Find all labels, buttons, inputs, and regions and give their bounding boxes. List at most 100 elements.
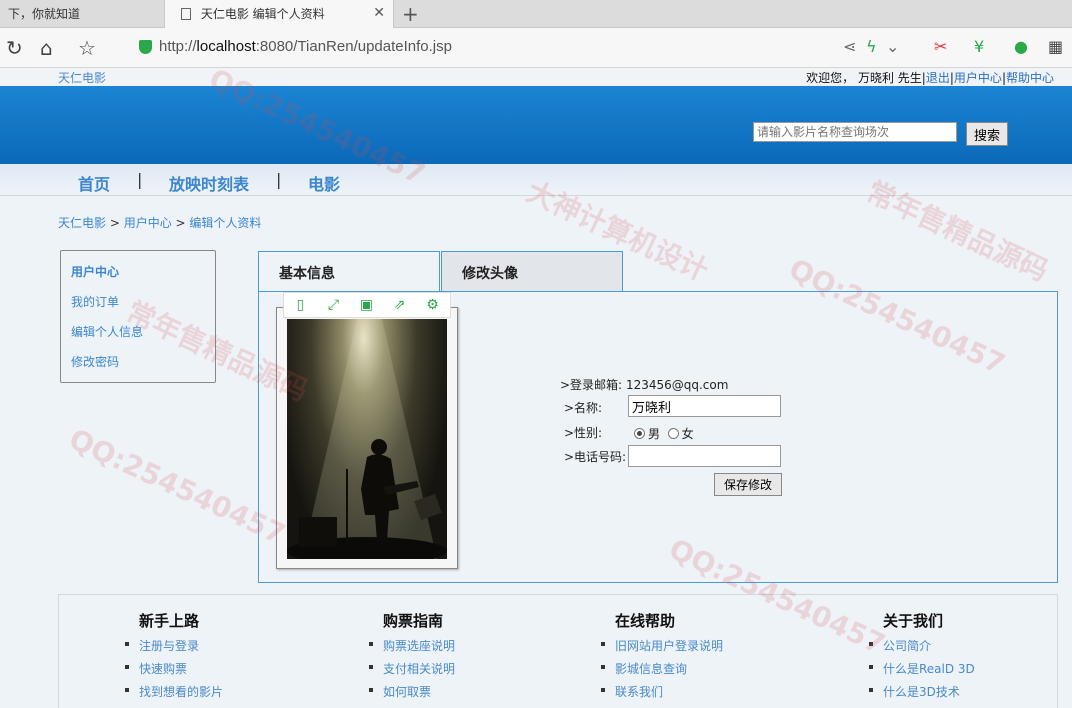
name-input[interactable] (628, 395, 781, 417)
extension-icon[interactable]: ● (1014, 37, 1028, 56)
footer-link[interactable]: 注册与登录 (124, 637, 223, 654)
stage-silhouette-image (287, 319, 447, 559)
browser-tab-bar: 下，你就知道 天仁电影 编辑个人资料 ✕ + (0, 0, 1072, 28)
footer-col-help: 在线帮助 旧网站用户登录说明 影城信息查询 联系我们 (600, 610, 723, 706)
share-image-icon[interactable]: ⇗ (383, 293, 416, 317)
nav-home[interactable]: 首页 (78, 171, 110, 195)
url-path: :8080/TianRen/updateInfo.jsp (255, 38, 452, 55)
breadcrumb-user-center[interactable]: 用户中心 (124, 216, 172, 230)
nav-movies[interactable]: 电影 (308, 171, 340, 195)
sidebar-item-orders[interactable]: 我的订单 (71, 293, 205, 310)
browser-tab-label: 天仁电影 编辑个人资料 (200, 7, 325, 21)
phone-label: >电话号码: (564, 450, 627, 464)
browser-tab-2[interactable]: 天仁电影 编辑个人资料 ✕ (164, 0, 394, 28)
sidebar-item-change-password[interactable]: 修改密码 (71, 353, 205, 370)
footer-link[interactable]: 影城信息查询 (600, 660, 723, 677)
footer-link[interactable]: 找到想看的影片 (124, 683, 223, 700)
browser-tab-1[interactable]: 下，你就知道 (0, 0, 164, 28)
gender-options: 男 女 (634, 425, 694, 442)
email-row: >登录邮箱: 123456@qq.com (560, 376, 728, 393)
footer-col-title: 关于我们 (883, 612, 944, 630)
footer-link[interactable]: 联系我们 (600, 683, 723, 700)
save-image-icon[interactable]: ▣ (350, 293, 383, 317)
footer-link[interactable]: 旧网站用户登录说明 (600, 637, 723, 654)
gender-label: >性别: (564, 426, 603, 440)
url-field[interactable]: http://localhost:8080/TianRen/updateInfo… (159, 38, 452, 55)
scissors-icon[interactable]: ✂ (934, 37, 947, 56)
welcome-text: 欢迎您， 万晓利 先生| (806, 71, 926, 85)
site-footer: 新手上路 注册与登录 快速购票 找到想看的影片 购票指南 购票选座说明 支付相关… (58, 594, 1058, 708)
footer-link[interactable]: 购票选座说明 (368, 637, 455, 654)
sidebar-item-user-center[interactable]: 用户中心 (71, 263, 205, 280)
site-topline: 天仁电影 欢迎您， 万晓利 先生|退出|用户中心|帮助中心 (0, 68, 1072, 86)
footer-link[interactable]: 快速购票 (124, 660, 223, 677)
gender-row: >性别: (564, 424, 602, 441)
footer-link[interactable]: 支付相关说明 (368, 660, 455, 677)
nav-separator: | (276, 170, 282, 189)
apps-grid-icon[interactable]: ▦ (1048, 37, 1063, 56)
search-input[interactable] (753, 122, 957, 142)
chevron-down-icon[interactable]: ⌄ (886, 37, 899, 56)
footer-col-guide: 购票指南 购票选座说明 支付相关说明 如何取票 (368, 610, 455, 706)
address-bar: ↻ ⌂ ☆ http://localhost:8080/TianRen/upda… (0, 28, 1072, 68)
footer-col-newbie: 新手上路 注册与登录 快速购票 找到想看的影片 (124, 610, 223, 706)
page-icon (181, 8, 191, 20)
user-center-link[interactable]: 用户中心 (954, 71, 1002, 85)
breadcrumb-current[interactable]: 编辑个人资料 (189, 216, 261, 230)
avatar-image (287, 319, 447, 559)
nav-schedule[interactable]: 放映时刻表 (169, 171, 249, 195)
sidebar-item-edit-info[interactable]: 编辑个人信息 (71, 323, 205, 340)
new-tab-icon[interactable]: + (402, 2, 419, 26)
url-host: localhost (196, 38, 256, 55)
phone-row: >电话号码: (564, 448, 626, 465)
phone-view-icon[interactable]: ▯ (284, 293, 317, 317)
share-icon[interactable]: ⋖ (843, 37, 856, 56)
reload-icon[interactable]: ↻ (6, 36, 23, 60)
secure-shield-icon (139, 40, 152, 54)
url-prefix: http:// (159, 38, 197, 55)
footer-link[interactable]: 公司简介 (869, 637, 975, 654)
avatar-frame: ▯ ⤢ ▣ ⇗ ⚙ (276, 292, 458, 569)
tab-change-avatar[interactable]: 修改头像 (441, 251, 623, 292)
save-changes-button[interactable]: 保存修改 (714, 473, 782, 496)
site-brand[interactable]: 天仁电影 (58, 69, 106, 86)
gender-male-radio[interactable] (634, 428, 645, 439)
gender-female-radio[interactable] (667, 428, 679, 439)
nav-separator: | (137, 170, 143, 189)
footer-col-title: 购票指南 (383, 612, 444, 630)
search-button[interactable]: 搜索 (966, 122, 1008, 146)
logout-link[interactable]: 退出 (926, 71, 950, 85)
home-icon[interactable]: ⌂ (40, 36, 53, 60)
breadcrumb: 天仁电影 > 用户中心 > 编辑个人资料 (58, 216, 262, 230)
footer-col-about: 关于我们 公司简介 什么是RealD 3D 什么是3D技术 (869, 610, 975, 706)
gender-male-label: 男 (648, 427, 661, 441)
email-value: 123456@qq.com (625, 378, 729, 392)
watermark: QQ:254540457 (63, 422, 291, 551)
footer-link[interactable]: 如何取票 (368, 683, 455, 700)
footer-col-title: 新手上路 (139, 612, 200, 630)
close-tab-icon[interactable]: ✕ (373, 5, 385, 21)
email-label: >登录邮箱: (560, 378, 623, 392)
main-nav: 首页 | 放映时刻表 | 电影 (0, 164, 1072, 196)
breadcrumb-home[interactable]: 天仁电影 (58, 216, 106, 230)
footer-link[interactable]: 什么是RealD 3D (869, 660, 975, 677)
bookmark-star-icon[interactable]: ☆ (78, 36, 96, 60)
settings-gear-icon[interactable]: ⚙ (416, 293, 449, 317)
profile-panel: ▯ ⤢ ▣ ⇗ ⚙ >登录邮箱: 123456@qq.com >名称: 万晓利 … (258, 291, 1058, 583)
payment-icon[interactable]: ¥ (974, 37, 984, 56)
tab-basic-info[interactable]: 基本信息 (258, 251, 440, 292)
name-row: >名称: (564, 399, 602, 416)
footer-col-title: 在线帮助 (615, 612, 676, 630)
expand-icon[interactable]: ⤢ (317, 293, 350, 317)
name-label: >名称: (564, 401, 603, 415)
lightning-icon[interactable]: ϟ (866, 37, 877, 56)
browser-tab-label: 下，你就知道 (8, 7, 81, 21)
site-banner: 搜索 (0, 86, 1072, 164)
phone-input[interactable] (628, 445, 781, 467)
footer-link[interactable]: 什么是3D技术 (869, 683, 975, 700)
gender-female-label: 女 (681, 427, 694, 441)
user-sidebar: 用户中心 我的订单 编辑个人信息 修改密码 (60, 250, 216, 383)
image-toolbar: ▯ ⤢ ▣ ⇗ ⚙ (283, 292, 451, 318)
welcome-area: 欢迎您， 万晓利 先生|退出|用户中心|帮助中心 (806, 71, 1054, 85)
help-center-link[interactable]: 帮助中心 (1006, 71, 1054, 85)
